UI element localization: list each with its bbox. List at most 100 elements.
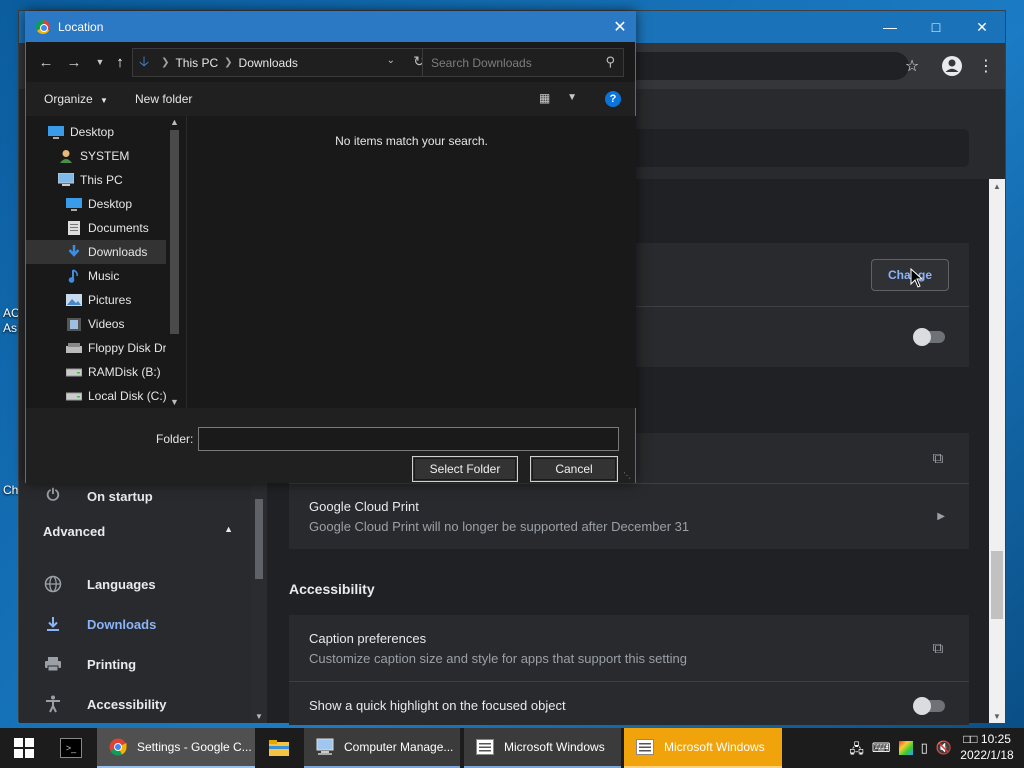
network-icon[interactable]: 🖧 xyxy=(849,740,864,762)
tree-item[interactable]: Pictures xyxy=(26,288,166,312)
desktop-icon xyxy=(66,197,82,211)
new-folder-button[interactable]: New folder xyxy=(135,92,192,106)
taskbar-item-computer-management[interactable]: Computer Manage... xyxy=(304,728,460,768)
back-arrow-icon[interactable]: ← xyxy=(36,52,56,72)
ask-where-to-save-toggle[interactable] xyxy=(913,328,945,346)
view-options-icon[interactable]: ▦ xyxy=(539,91,555,105)
sidebar-item-label: Printing xyxy=(87,656,137,672)
power-icon: ⏻ xyxy=(46,487,60,504)
tree-scrollbar[interactable]: ▲ ▼ xyxy=(166,116,183,408)
usb-device-icon[interactable]: ▯ xyxy=(921,740,928,762)
minimize-icon[interactable]: — xyxy=(867,11,913,43)
desktop-icon-label[interactable]: As xyxy=(3,321,17,335)
address-breadcrumb[interactable]: 🡣 ❯ This PC ❯ Downloads ⌄ ↻ xyxy=(132,48,434,77)
up-arrow-icon[interactable]: ↑ xyxy=(110,52,130,72)
tree-item-label: RAMDisk (B:) xyxy=(88,365,161,379)
resize-grip-icon[interactable]: ⋱ xyxy=(623,471,633,481)
search-icon[interactable]: ⚲ xyxy=(605,54,615,70)
scroll-down-icon[interactable]: ▼ xyxy=(166,396,183,408)
focus-highlight-toggle[interactable] xyxy=(913,697,945,715)
chevron-down-icon[interactable]: ▼ xyxy=(567,92,577,103)
system-tray: 🖧 ⌨ ▯ 🔇 xyxy=(849,740,952,762)
close-icon[interactable]: ✕ xyxy=(959,11,1005,43)
keyboard-icon[interactable]: ⌨ xyxy=(872,740,891,762)
taskbar-clock[interactable]: □□ 10:25 2022/1/18 xyxy=(956,731,1018,763)
bookmark-star-icon[interactable]: ☆ xyxy=(901,55,923,77)
help-icon[interactable]: ? xyxy=(605,91,621,107)
breadcrumb-item[interactable]: This PC xyxy=(175,56,218,70)
tree-item[interactable]: Desktop xyxy=(26,120,166,144)
documents-icon xyxy=(66,221,82,235)
chrome-icon xyxy=(107,737,129,757)
cancel-button[interactable]: Cancel xyxy=(530,456,618,482)
address-dropdown-icon[interactable]: ⌄ xyxy=(387,55,395,66)
organize-menu-button[interactable]: Organize ▼ xyxy=(44,92,108,106)
tree-item[interactable]: Documents xyxy=(26,216,166,240)
scroll-up-icon[interactable]: ▲ xyxy=(166,116,183,128)
floppy-icon xyxy=(66,341,82,355)
tree-item[interactable]: This PC xyxy=(26,168,166,192)
tree-item[interactable]: Videos xyxy=(26,312,166,336)
scroll-down-icon[interactable]: ▼ xyxy=(989,709,1005,723)
caret-up-icon: ▲ xyxy=(224,524,233,534)
cloud-print-title[interactable]: Google Cloud Print xyxy=(309,499,419,514)
taskbar-item-microsoft-windows-flashing[interactable]: Microsoft Windows xyxy=(624,728,782,768)
tree-item[interactable]: Downloads xyxy=(26,240,166,264)
chevron-down-icon: ▼ xyxy=(100,96,108,105)
search-input[interactable]: Search Downloads ⚲ xyxy=(422,48,624,77)
focus-highlight-title: Show a quick highlight on the focused ob… xyxy=(309,698,566,713)
tree-item[interactable]: RAMDisk (B:) xyxy=(26,360,166,384)
taskbar-item-file-explorer[interactable] xyxy=(258,728,302,768)
folder-input[interactable] xyxy=(198,427,619,451)
scrollbar-thumb[interactable] xyxy=(255,499,263,579)
close-icon[interactable]: ✕ xyxy=(605,12,635,42)
taskbar-console-button[interactable]: >_ xyxy=(50,728,94,768)
cloud-print-subtitle: Google Cloud Print will no longer be sup… xyxy=(309,519,690,534)
sidebar-item-printing[interactable]: Printing xyxy=(19,644,251,684)
sidebar-item-downloads[interactable]: Downloads xyxy=(19,604,251,644)
taskbar: >_ Settings - Google C... Computer Manag… xyxy=(0,728,1024,768)
taskbar-item-microsoft-windows[interactable]: Microsoft Windows xyxy=(464,728,621,768)
chevron-right-icon[interactable]: ▶ xyxy=(937,511,945,522)
profile-avatar-icon[interactable] xyxy=(941,55,963,77)
main-scrollbar[interactable]: ▲ ▼ xyxy=(989,179,1005,723)
tree-item[interactable]: Music xyxy=(26,264,166,288)
taskbar-item-chrome[interactable]: Settings - Google C... xyxy=(97,728,255,768)
tree-item[interactable]: Floppy Disk Dri xyxy=(26,336,170,360)
breadcrumb-separator-icon[interactable]: ❯ xyxy=(224,57,232,68)
menu-kebab-icon[interactable]: ⋮ xyxy=(975,55,997,77)
scrollbar-thumb[interactable] xyxy=(991,551,1003,619)
sidebar-advanced-toggle[interactable]: Advanced ▲ xyxy=(43,524,233,539)
folder-content-pane[interactable]: No items match your search. xyxy=(186,116,636,408)
tree-item[interactable]: SYSTEM xyxy=(26,144,166,168)
taskbar-item-label: Settings - Google C... xyxy=(137,740,252,754)
dialog-titlebar[interactable]: Location ✕ xyxy=(26,12,635,42)
caption-preferences-title[interactable]: Caption preferences xyxy=(309,631,426,646)
desktop-icon-label[interactable]: Ch xyxy=(3,483,18,497)
breadcrumb-item[interactable]: Downloads xyxy=(239,56,298,70)
start-button[interactable] xyxy=(0,728,48,768)
windows-logo-icon xyxy=(14,738,34,758)
scroll-down-icon[interactable]: ▼ xyxy=(255,712,263,721)
dialog-command-bar: Organize ▼ New folder ▦ ▼ ? xyxy=(26,82,635,116)
tree-item-label: Floppy Disk Dri xyxy=(88,341,170,355)
console-icon: >_ xyxy=(60,738,82,758)
tree-item[interactable]: Desktop xyxy=(26,192,166,216)
maximize-icon[interactable]: □ xyxy=(913,11,959,43)
sidebar-item-accessibility[interactable]: Accessibility xyxy=(19,684,251,724)
forward-arrow-icon[interactable]: → xyxy=(64,52,84,72)
scrollbar-thumb[interactable] xyxy=(170,130,179,334)
external-link-icon[interactable]: ⧉ xyxy=(929,449,947,467)
recent-locations-chevron-icon[interactable]: ▼ xyxy=(90,52,110,72)
sidebar-advanced-label: Advanced xyxy=(43,524,106,539)
printer-icon xyxy=(43,654,63,674)
external-link-icon[interactable]: ⧉ xyxy=(929,639,947,657)
computer-management-icon xyxy=(314,737,336,757)
sidebar-item-languages[interactable]: Languages xyxy=(19,564,251,604)
select-folder-button[interactable]: Select Folder xyxy=(412,456,518,482)
volume-muted-icon[interactable]: 🔇 xyxy=(936,740,952,762)
breadcrumb-separator-icon[interactable]: ❯ xyxy=(161,57,169,68)
tree-item[interactable]: Local Disk (C:) xyxy=(26,384,167,408)
scroll-up-icon[interactable]: ▲ xyxy=(989,179,1005,193)
color-palette-icon[interactable] xyxy=(898,741,913,755)
